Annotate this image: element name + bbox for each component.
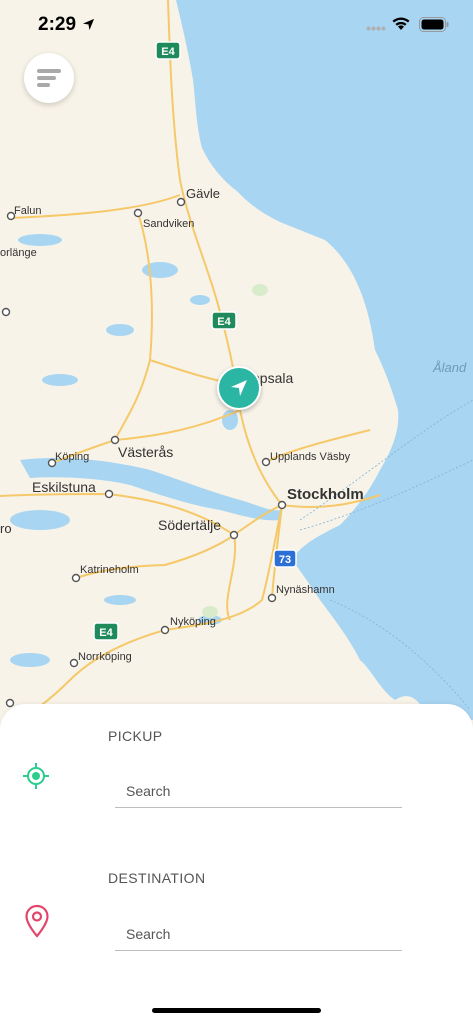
map-label: Sandviken xyxy=(143,218,194,230)
map-label: Falun xyxy=(14,205,42,217)
navigation-arrow-icon xyxy=(231,380,247,396)
signal-dots-icon xyxy=(366,26,386,31)
status-bar: 2:29 xyxy=(0,0,473,54)
map-label: Västerås xyxy=(118,444,173,460)
battery-icon xyxy=(419,17,449,32)
map-label: Södertälje xyxy=(158,517,221,533)
map-label: Stockholm xyxy=(287,486,364,503)
menu-button[interactable] xyxy=(24,53,74,103)
map-label: ro xyxy=(0,521,12,536)
road-shield-label: 73 xyxy=(279,554,291,566)
map-label: Köping xyxy=(55,451,89,463)
map-label: Åland xyxy=(432,360,467,375)
status-time: 2:29 xyxy=(38,14,77,35)
map-label: Gävle xyxy=(186,186,220,201)
map-label: Nynäshamn xyxy=(276,584,335,596)
map-label: Katrineholm xyxy=(80,564,139,576)
road-shield-label: E4 xyxy=(217,316,231,328)
pickup-search-input[interactable] xyxy=(115,774,402,808)
destination-search-input[interactable] xyxy=(115,917,402,951)
map-pin-icon xyxy=(25,904,49,938)
map-label: Norrköping xyxy=(78,651,132,663)
current-location-marker[interactable] xyxy=(217,366,261,410)
home-indicator[interactable] xyxy=(152,1008,321,1013)
location-arrow-icon xyxy=(82,18,95,31)
pickup-label: PICKUP xyxy=(108,728,163,744)
map-label: orlänge xyxy=(0,247,37,259)
map-label: Nyköping xyxy=(170,616,216,628)
road-shield-label: E4 xyxy=(99,627,113,639)
map-label: Eskilstuna xyxy=(32,479,96,495)
ride-search-panel: PICKUP DESTINATION xyxy=(0,704,473,1024)
wifi-icon xyxy=(392,17,410,30)
destination-label: DESTINATION xyxy=(108,870,206,886)
map-label: Upplands Väsby xyxy=(270,451,351,463)
crosshair-icon xyxy=(23,763,49,789)
menu-icon xyxy=(37,69,61,87)
